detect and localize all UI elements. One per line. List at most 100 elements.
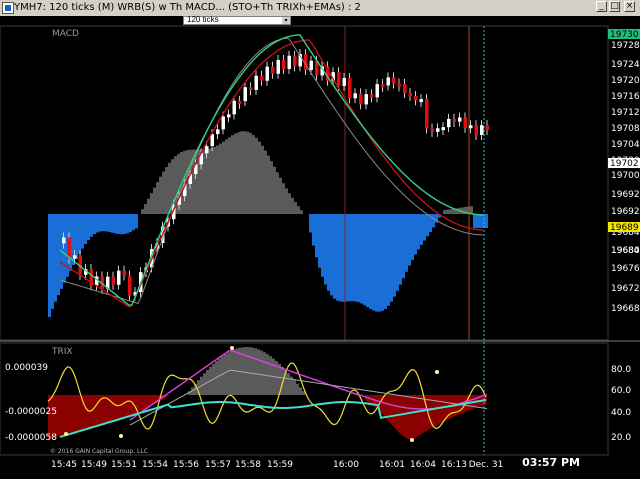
trix-right-label: 20.0 (611, 433, 631, 443)
copyright-text: © 2016 GAIN Capital Group, LLC (50, 448, 148, 455)
macd-bar (129, 214, 132, 233)
candle-body (342, 78, 346, 86)
candle-body (403, 83, 407, 93)
macd-bar (255, 137, 258, 214)
trix-bar (251, 347, 254, 395)
macd-bar (360, 214, 363, 304)
macd-bar (485, 214, 488, 228)
macd-bar (470, 206, 473, 214)
candle-body (122, 270, 126, 276)
time-tick-label: 16:01 (379, 460, 405, 470)
trix-bar (233, 349, 236, 395)
candle-body (408, 92, 412, 97)
macd-bar (252, 135, 255, 214)
candle-body (117, 270, 121, 285)
macd-bar (147, 198, 150, 214)
price-tick-label: 19672 (611, 284, 640, 294)
macd-bar (156, 182, 159, 214)
trix-right-label: 80.0 (611, 365, 631, 375)
price-tick-label: 19668 (611, 304, 640, 314)
trix-bar (227, 352, 230, 395)
macd-panel-label: MACD (52, 29, 79, 39)
time-tick-label: 15:51 (111, 460, 137, 470)
trix-bar (248, 347, 251, 395)
macd-bar (297, 206, 300, 214)
price-tick-label: 19712 (611, 108, 640, 118)
macd-bar (291, 197, 294, 214)
macd-bar (246, 131, 249, 214)
macd-bar (159, 176, 162, 214)
candle-body (447, 118, 451, 128)
macd-bar (351, 214, 354, 302)
macd-bar (393, 214, 396, 297)
candle-body (397, 83, 401, 87)
macd-bar (240, 131, 243, 214)
macd-bar (336, 214, 339, 301)
trix-left-label: 0.000039 (5, 363, 48, 373)
trix-histogram (188, 347, 305, 395)
macd-bar (213, 146, 216, 214)
time-tick-label: 15:45 (51, 460, 77, 470)
trix-bar (263, 352, 266, 395)
candle-body (128, 275, 132, 296)
trix-panel-label: TRIX (51, 347, 73, 357)
price-tick-label: 19704 (611, 140, 640, 150)
candle-body (216, 129, 220, 135)
time-tick-label: 15:58 (235, 460, 261, 470)
trix-bar (287, 373, 290, 395)
trix-bar (260, 350, 263, 395)
macd-bar (54, 214, 57, 302)
macd-bar (449, 209, 452, 214)
macd-bar (378, 214, 381, 312)
macd-bar (414, 214, 417, 255)
macd-bar (249, 133, 252, 214)
macd-bar (150, 193, 153, 214)
macd-bar (222, 141, 225, 214)
candle-body (287, 55, 291, 69)
candle-body (282, 59, 286, 69)
macd-bar (408, 214, 411, 266)
trix-left-label: -0.0000025 (5, 407, 57, 417)
time-tick-label: 15:54 (142, 460, 168, 470)
trix-bar (257, 349, 260, 395)
macd-bar (261, 145, 264, 214)
candle-body (309, 60, 313, 70)
macd-bar (126, 214, 129, 234)
candle-body (73, 255, 77, 259)
candle-body (271, 66, 275, 74)
candle-body (463, 117, 467, 128)
time-tick-label: 16:00 (333, 460, 359, 470)
trix-bar (266, 354, 269, 395)
macd-bar (482, 214, 485, 228)
macd-bar (399, 214, 402, 285)
stochastic-dot (435, 370, 439, 374)
stochastic-dot (119, 434, 123, 438)
macd-bar (288, 193, 291, 214)
macd-bar (204, 149, 207, 214)
stochastic-dot (64, 432, 68, 436)
macd-bar (123, 214, 126, 234)
trix-bar (224, 354, 227, 395)
candle-body (386, 77, 390, 86)
candle-body (469, 125, 473, 129)
time-tick-label: 15:57 (205, 460, 231, 470)
time-tick-label: 16:04 (410, 460, 436, 470)
macd-bar (473, 214, 476, 228)
macd-bar (405, 214, 408, 272)
macd-bar (120, 214, 123, 235)
chart-canvas[interactable]: 19724 19720 19716 19712 19708 19704 19700 19692… (0, 0, 640, 479)
candle-body (249, 87, 253, 91)
trix-fill-area (48, 395, 487, 440)
macd-bar (135, 214, 138, 229)
macd-bar (270, 161, 273, 214)
macd-bar (285, 188, 288, 214)
candle-body (392, 77, 396, 84)
trix-bar (296, 383, 299, 395)
macd-bar (300, 210, 303, 214)
price-tick-label: 19692 (611, 207, 640, 217)
macd-bar (294, 202, 297, 214)
candle-body (221, 116, 225, 130)
macd-bar (216, 145, 219, 214)
macd-bar (363, 214, 366, 306)
macd-bar (105, 214, 108, 232)
